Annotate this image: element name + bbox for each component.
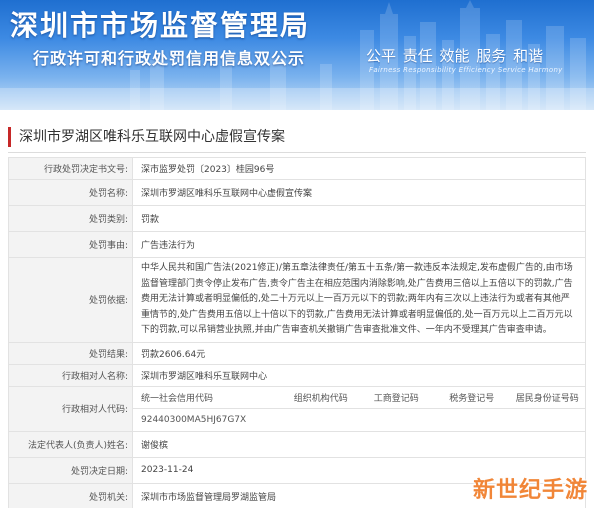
row-reason: 处罚事由: 广告违法行为 xyxy=(8,231,586,258)
row-case-name: 处罚名称: 深圳市罗湖区唯科乐互联网中心虚假宣传案 xyxy=(8,179,586,206)
header-tax-reg: 税务登记号 xyxy=(449,394,495,405)
value-reason: 广告违法行为 xyxy=(132,231,586,258)
site-subtitle: 行政许可和行政处罚信用信息双公示 xyxy=(33,49,306,68)
value-credit-code: 92440300MA5HJ67G7X xyxy=(133,408,283,431)
row-category: 处罚类别: 罚款 xyxy=(8,205,586,232)
header-id-number: 居民身份证号码 xyxy=(515,394,579,405)
site-title: 深圳市市场监督管理局 xyxy=(10,9,311,42)
row-counterpart-code: 行政相对人代码: 统一社会信用代码 组织机构代码 工商登记码 税务登记号 居民身… xyxy=(8,385,586,432)
value-result: 罚款2606.64元 xyxy=(132,341,586,365)
divider xyxy=(8,152,586,153)
label-category: 处罚类别: xyxy=(8,205,133,232)
label-counterpart-name: 行政相对人名称: xyxy=(8,363,133,387)
label-decision-date: 处罚决定日期: xyxy=(8,456,133,484)
value-tax-reg xyxy=(434,408,510,431)
row-result: 处罚结果: 罚款2606.64元 xyxy=(8,341,586,365)
value-basis: 中华人民共和国广告法(2021修正)/第五章法律责任/第五十五条/第一款违反本法… xyxy=(132,257,586,343)
counterpart-code-cell: 统一社会信用代码 组织机构代码 工商登记码 税务登记号 居民身份证号码 9244… xyxy=(132,385,586,432)
label-case-name: 处罚名称: xyxy=(8,179,133,206)
value-id-number xyxy=(509,408,585,431)
label-counterpart-code: 行政相对人代码: xyxy=(8,385,133,432)
label-basis: 处罚依据: xyxy=(8,257,133,343)
value-org-code xyxy=(283,408,359,431)
header-banner: 深圳市市场监督管理局 行政许可和行政处罚信用信息双公示 公平 责任 效能 服务 … xyxy=(0,0,594,110)
label-legal-rep: 法定代表人(负责人)姓名: xyxy=(8,430,133,458)
row-basis: 处罚依据: 中华人民共和国广告法(2021修正)/第五章法律责任/第五十五条/第… xyxy=(8,257,586,343)
label-authority: 处罚机关: xyxy=(8,482,133,508)
code-header-row: 统一社会信用代码 组织机构代码 工商登记码 税务登记号 居民身份证号码 xyxy=(133,387,585,409)
row-decision-no: 行政处罚决定书文号: 深市监罗处罚〔2023〕桂园96号 xyxy=(8,157,586,180)
code-value-row: 92440300MA5HJ67G7X xyxy=(133,408,585,431)
header-credit-code: 统一社会信用代码 xyxy=(141,394,214,405)
value-counterpart-name: 深圳市罗湖区唯科乐互联网中心 xyxy=(132,363,586,387)
value-legal-rep: 谢俊槟 xyxy=(132,430,586,458)
label-result: 处罚结果: xyxy=(8,341,133,365)
value-decision-no: 深市监罗处罚〔2023〕桂园96号 xyxy=(132,157,586,180)
row-counterpart-name: 行政相对人名称: 深圳市罗湖区唯科乐互联网中心 xyxy=(8,363,586,387)
row-legal-rep: 法定代表人(负责人)姓名: 谢俊槟 xyxy=(8,430,586,458)
watermark-logo: 新世纪手游 xyxy=(472,478,588,503)
case-title: 深圳市罗湖区唯科乐互联网中心虚假宣传案 xyxy=(8,127,586,147)
header-org-code: 组织机构代码 xyxy=(293,394,348,405)
label-reason: 处罚事由: xyxy=(8,231,133,258)
slogan-english: Fairness Responsibility Efficiency Servi… xyxy=(369,66,563,74)
value-case-name: 深圳市罗湖区唯科乐互联网中心虚假宣传案 xyxy=(132,179,586,206)
slogan: 公平 责任 效能 服务 和谐 xyxy=(366,47,544,65)
value-business-reg xyxy=(358,408,434,431)
label-decision-no: 行政处罚决定书文号: xyxy=(8,157,133,180)
penalty-detail-table: 行政处罚决定书文号: 深市监罗处罚〔2023〕桂园96号 处罚名称: 深圳市罗湖… xyxy=(8,157,586,508)
value-category: 罚款 xyxy=(132,205,586,232)
counterpart-code-table: 统一社会信用代码 组织机构代码 工商登记码 税务登记号 居民身份证号码 9244… xyxy=(133,387,585,431)
header-business-reg: 工商登记码 xyxy=(373,394,419,405)
